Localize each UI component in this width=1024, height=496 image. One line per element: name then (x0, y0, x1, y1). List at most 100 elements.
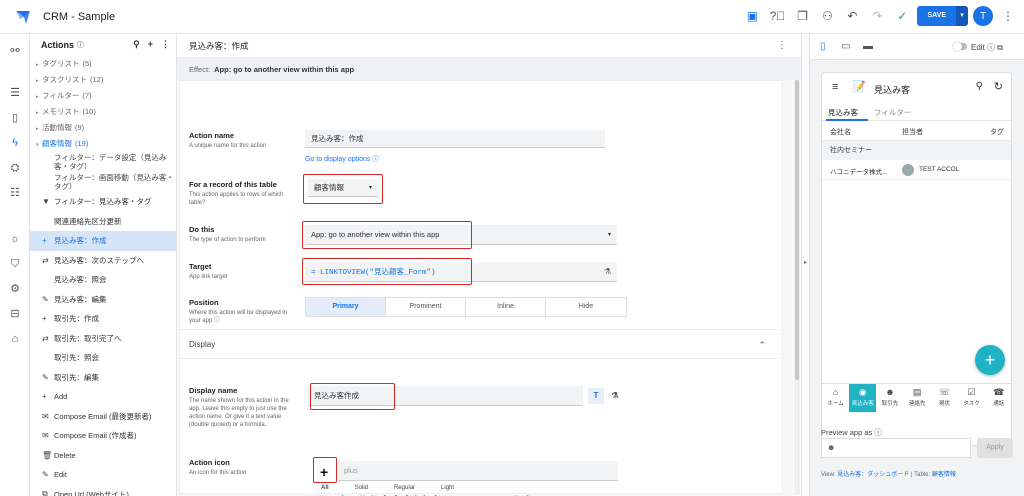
bottom-nav-item[interactable]: ☎ 通話 (985, 384, 1011, 412)
bottom-nav-item[interactable]: ⌂ ホーム (822, 384, 849, 412)
action-list-item[interactable]: ⧉ Open Url (Webサイト) (30, 485, 176, 496)
row-person: TEST ACCOL (919, 166, 960, 173)
save-button[interactable]: SAVE (917, 6, 956, 26)
bottom-nav-item[interactable]: ☏ 現状 (931, 384, 958, 412)
bottom-nav-item[interactable]: ▤ 連絡先 (904, 384, 931, 412)
help-icon[interactable]: ?⃝ (767, 5, 787, 27)
action-list-item[interactable]: フィルター：画面移動（見込み客・タグ） (30, 172, 176, 192)
column-header[interactable]: 会社名 (830, 127, 851, 137)
action-list-item[interactable]: ✉ Compose Email (最後更新者) (30, 407, 176, 427)
action-list-item[interactable]: ▼ フィルター：見込み客・タグ (30, 192, 176, 212)
add-icon[interactable]: + (148, 39, 153, 50)
table-link[interactable]: 顧客情報 (932, 472, 956, 478)
action-list-item[interactable]: フィルター：データ設定（見込み客・タグ） (30, 152, 176, 172)
tablet-device-icon[interactable]: ▭ (841, 41, 850, 52)
info-icon: ⓘ (874, 428, 882, 437)
more-vert-icon[interactable]: ⋮ (998, 5, 1018, 27)
redo-icon[interactable]: ↷ (867, 5, 887, 27)
display-section-header[interactable]: Display ⌃ (180, 329, 780, 359)
bottom-nav-item[interactable]: ☑ タスク (958, 384, 985, 412)
action-list-item[interactable]: ✉ Compose Email (作成者) (30, 426, 176, 446)
share-user-icon[interactable]: ⚇ (817, 5, 837, 27)
check-icon[interactable]: ✓ (892, 5, 912, 27)
bottom-nav-item[interactable]: ◉ 見込み客 (849, 384, 877, 412)
column-header[interactable]: タグ (990, 127, 1004, 137)
action-list-item[interactable]: 🗑 Delete (30, 446, 176, 466)
action-list-item[interactable]: + 取引先：作成 (30, 309, 176, 329)
edit-toggle[interactable] (953, 42, 967, 51)
bottom-nav-item[interactable]: ☻ 取引先 (876, 384, 903, 412)
add-fab-button[interactable]: + (975, 345, 1005, 375)
tree-table-item[interactable]: ▸ タスクリスト (12) (30, 72, 176, 88)
flask-icon[interactable]: ⚗ (607, 388, 623, 404)
tree-table-item[interactable]: ▸ フィルター (7) (30, 88, 176, 104)
icon-tab-all[interactable]: All (321, 485, 329, 491)
view-link[interactable]: 見込み客：ダッシュボード (837, 472, 909, 478)
flow-icon[interactable]: ⚯ (8, 44, 22, 58)
preview-icon[interactable]: ▣ (742, 5, 762, 27)
mobile-device-icon[interactable]: ▯ (820, 41, 826, 52)
info-icon[interactable]: ⓘ (77, 40, 84, 50)
tree-table-item[interactable]: ▾ 顧客情報 (19) (30, 136, 176, 152)
position-option-hide[interactable]: Hide (546, 298, 626, 316)
settings-gear-icon[interactable]: ⚙ (8, 282, 22, 296)
manage-icon[interactable]: ⊟ (8, 307, 22, 321)
intelligence-icon[interactable]: ☷ (8, 186, 22, 200)
open-external-icon: ⧉ (997, 43, 1003, 52)
phone-tab-filter[interactable]: フィルター (874, 107, 911, 118)
search-icon[interactable]: ⚲ (133, 39, 140, 50)
menu-icon[interactable]: ≡ (832, 81, 838, 93)
apply-button[interactable]: Apply (977, 438, 1013, 458)
column-header[interactable]: 担当者 (902, 127, 923, 137)
security-icon[interactable]: ⛉ (8, 257, 22, 271)
action-icon-search-input[interactable]: plus (338, 461, 618, 481)
preview-collapse-handle[interactable]: ▸ (801, 34, 810, 496)
preview-as-input[interactable]: ☻ (821, 438, 971, 458)
action-list-item[interactable]: + Add (30, 387, 176, 407)
action-list-item[interactable]: 取引先：照会 (30, 348, 176, 368)
learn-icon[interactable]: ⌂ (8, 332, 22, 346)
position-option-inline[interactable]: Inline (466, 298, 546, 316)
display-options-link[interactable]: Go to display options ⓘ (305, 154, 379, 164)
phone-tab-prospects[interactable]: 見込み客 (828, 107, 858, 118)
actions-bolt-icon[interactable]: ϟ (8, 136, 22, 150)
lightbulb-icon[interactable]: ☼ (8, 232, 22, 246)
search-icon[interactable]: ⚲ (976, 81, 983, 92)
copy-icon[interactable]: ❐ (792, 5, 812, 27)
tree-table-item[interactable]: ▸ タグリスト (5) (30, 56, 176, 72)
flask-icon: ⚗ (603, 267, 611, 276)
table-row[interactable]: ハコニデータ株式... TEST ACCOL (822, 160, 1011, 180)
action-list-item[interactable]: ✎ Edit (30, 465, 176, 485)
position-desc: Where this action will be displayed in y… (189, 310, 288, 324)
action-list-item[interactable]: + 見込み客：作成 (30, 231, 176, 251)
text-mode-button[interactable]: T (588, 388, 604, 404)
action-list-item[interactable]: ⇄ 取引先：取引完了へ (30, 329, 176, 349)
icon-tab-light[interactable]: Light (441, 485, 454, 491)
action-list-item[interactable]: ✎ 見込み客：編集 (30, 290, 176, 310)
refresh-icon[interactable]: ↻ (994, 80, 1003, 93)
action-list-item[interactable]: ⇄ 見込み客：次のステップへ (30, 251, 176, 271)
position-option-prominent[interactable]: Prominent (386, 298, 466, 316)
more-vert-icon[interactable]: ⋮ (161, 39, 170, 50)
mail-icon: ✉ (42, 431, 49, 441)
action-list-item[interactable]: ✎ 取引先：編集 (30, 368, 176, 388)
user-avatar[interactable]: T (973, 6, 993, 26)
top-actions: ▣ ?⃝ ❐ ⚇ ↶ ↷ ✓ SAVE ▾ T ⋮ (742, 5, 1018, 27)
action-list-item[interactable]: 関連連絡先区分更新 (30, 212, 176, 232)
icon-tab-regular[interactable]: Regular (394, 485, 415, 491)
edit-icon: ✎ (42, 372, 49, 382)
more-vert-icon[interactable]: ⋮ (777, 40, 787, 51)
undo-icon[interactable]: ↶ (842, 5, 862, 27)
position-option-primary[interactable]: Primary (306, 298, 386, 316)
save-dropdown-icon[interactable]: ▾ (956, 6, 968, 26)
scrollbar[interactable] (794, 80, 800, 495)
icon-tab-solid[interactable]: Solid (355, 485, 368, 491)
views-icon[interactable]: ▯ (8, 111, 22, 125)
data-icon[interactable]: ☰ (8, 86, 22, 100)
action-name-input[interactable]: 見込み客：作成 (305, 130, 605, 148)
automation-icon[interactable]: ⛭ (8, 161, 22, 175)
tree-table-item[interactable]: ▸ メモリスト (10) (30, 104, 176, 120)
desktop-device-icon[interactable]: ▬ (863, 41, 873, 52)
action-list-item[interactable]: 見込み客：照会 (30, 270, 176, 290)
tree-table-item[interactable]: ▸ 活動情報 (9) (30, 120, 176, 136)
